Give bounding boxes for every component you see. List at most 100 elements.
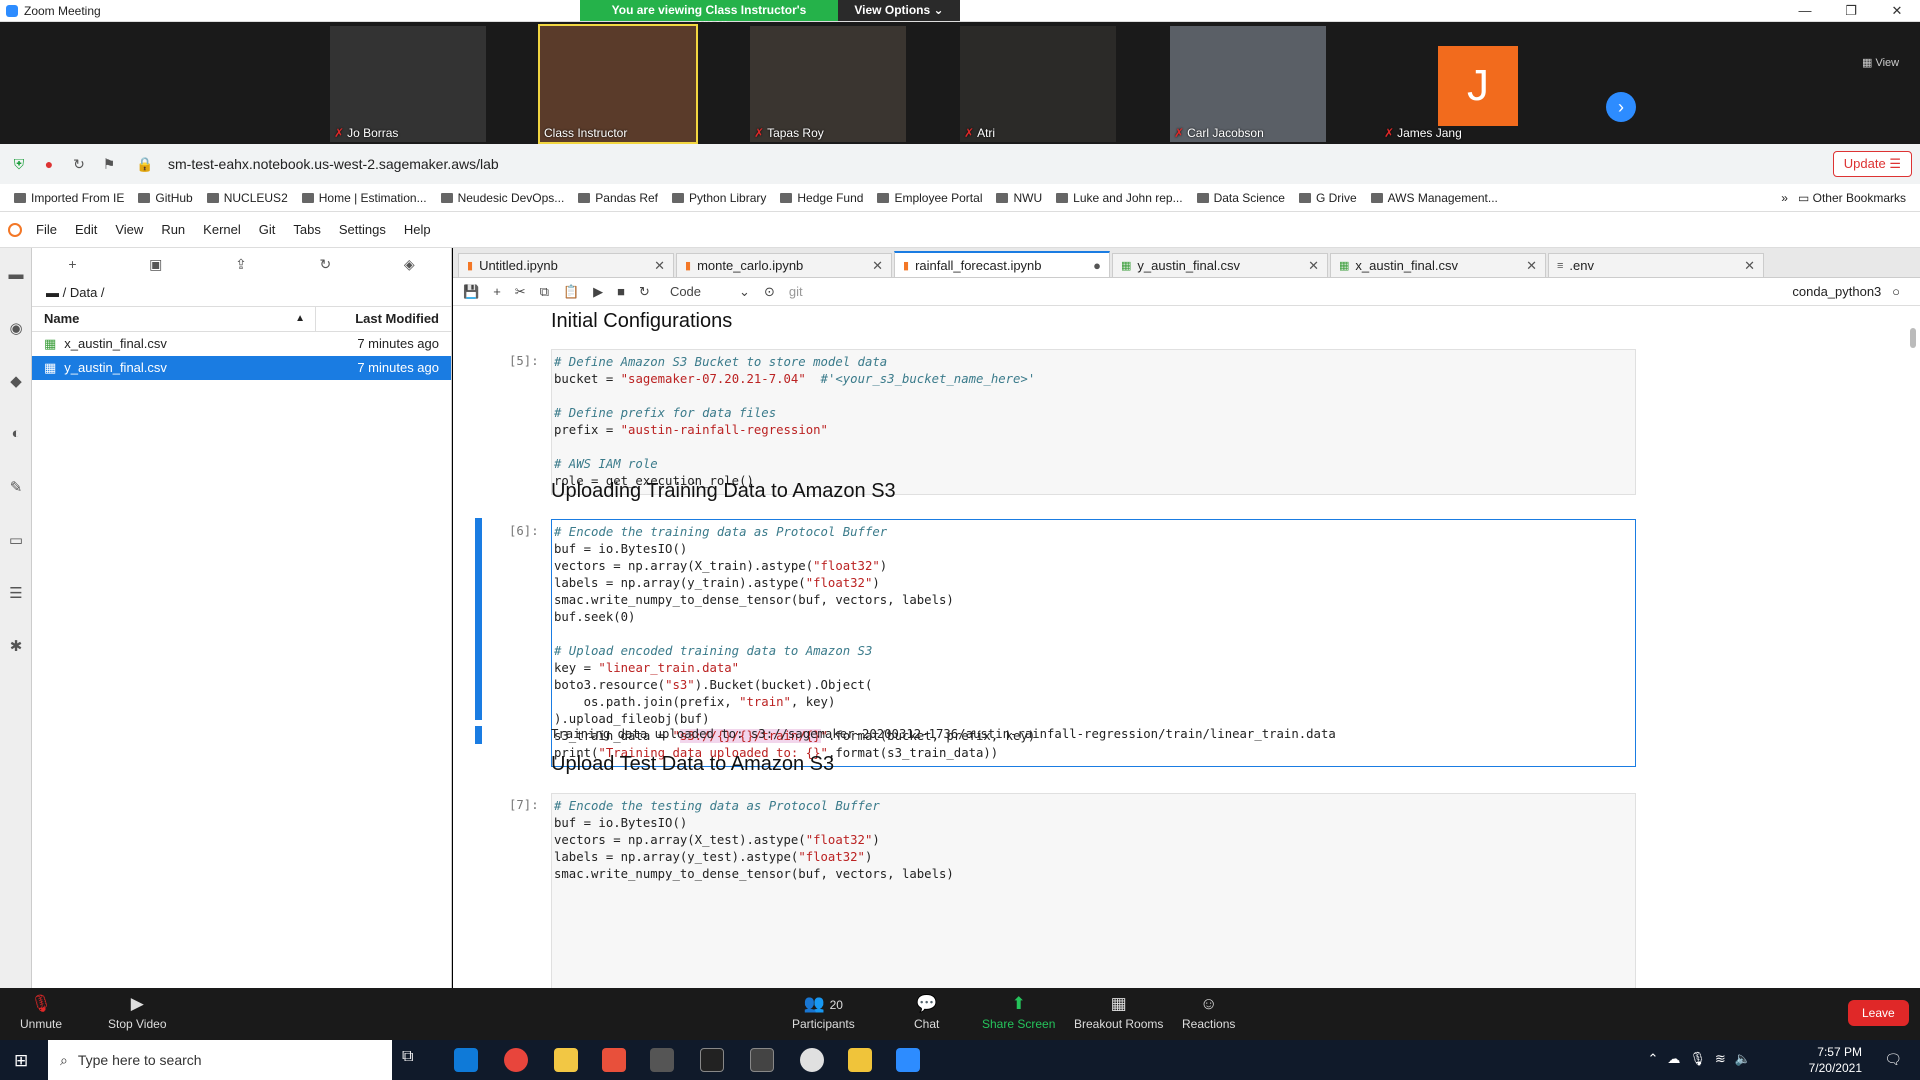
menu-edit[interactable]: Edit bbox=[75, 222, 97, 237]
refresh-icon[interactable]: ↻ bbox=[319, 256, 331, 273]
bookmark-item[interactable]: Neudesic DevOps... bbox=[440, 191, 564, 205]
terminal-icon[interactable] bbox=[700, 1048, 724, 1072]
unmute-button[interactable]: 🎙 Unmute bbox=[20, 994, 62, 1031]
wrench-icon[interactable]: ✎ bbox=[0, 460, 32, 513]
menu-settings[interactable]: Settings bbox=[339, 222, 386, 237]
bookmark-item[interactable]: Pandas Ref bbox=[578, 191, 658, 205]
bookmark-item[interactable]: Data Science bbox=[1196, 191, 1285, 205]
kernel-indicator[interactable]: conda_python3 ○ bbox=[1792, 284, 1900, 299]
tab-x-austin[interactable]: ▦ x_austin_final.csv ✕ bbox=[1330, 253, 1546, 277]
next-page-icon[interactable]: › bbox=[1606, 92, 1636, 122]
windows-start-icon[interactable]: ⊞ bbox=[14, 1051, 28, 1071]
taskbar-clock[interactable]: 7:57 PM 7/20/2021 bbox=[1809, 1044, 1862, 1076]
close-icon[interactable]: ✕ bbox=[872, 258, 883, 274]
slack-icon[interactable] bbox=[800, 1048, 824, 1072]
scrollbar-thumb[interactable] bbox=[1910, 328, 1916, 348]
calculator-icon[interactable] bbox=[650, 1048, 674, 1072]
menu-tabs[interactable]: Tabs bbox=[293, 222, 320, 237]
bookmark-item[interactable]: GitHub bbox=[138, 191, 193, 205]
chat-button[interactable]: 💬 Chat bbox=[914, 994, 939, 1031]
bookmark-item[interactable]: Home | Estimation... bbox=[301, 191, 427, 205]
task-view-icon[interactable]: ⧉ bbox=[402, 1048, 426, 1072]
bookmark-item[interactable]: Luke and John rep... bbox=[1056, 191, 1183, 205]
new-launcher-icon[interactable]: + bbox=[68, 256, 76, 272]
bookmark-item[interactable]: Python Library bbox=[672, 191, 766, 205]
save-icon[interactable]: 💾 bbox=[463, 284, 479, 300]
extension-icon[interactable]: ✱ bbox=[0, 619, 32, 672]
cut-icon[interactable]: ✂ bbox=[515, 284, 526, 300]
tabs-icon[interactable]: ▭ bbox=[0, 513, 32, 566]
git-icon[interactable]: ◆ bbox=[0, 354, 32, 407]
palette-icon[interactable]: ◐ bbox=[0, 407, 32, 460]
copy-icon[interactable]: ⧉ bbox=[540, 284, 549, 300]
close-icon[interactable]: ✕ bbox=[654, 258, 665, 274]
tab-env[interactable]: ≡ .env ✕ bbox=[1548, 253, 1764, 277]
close-icon[interactable]: ✕ bbox=[1308, 258, 1319, 274]
shield-icon[interactable]: ⛨ bbox=[8, 156, 30, 173]
tab-monte-carlo[interactable]: ▮ monte_carlo.ipynb ✕ bbox=[676, 253, 892, 277]
output-selection-bar[interactable] bbox=[475, 726, 482, 744]
menu-kernel[interactable]: Kernel bbox=[203, 222, 241, 237]
update-button[interactable]: Update ☰ bbox=[1832, 151, 1912, 177]
tab-untitled[interactable]: ▮ Untitled.ipynb ✕ bbox=[458, 253, 674, 277]
file-explorer-icon[interactable] bbox=[554, 1048, 578, 1072]
zoom-taskbar-icon[interactable] bbox=[896, 1048, 920, 1072]
column-name[interactable]: Name ▲ bbox=[32, 307, 316, 331]
close-icon[interactable]: ✕ bbox=[1874, 0, 1920, 22]
record-icon[interactable]: ● bbox=[38, 156, 60, 172]
close-icon[interactable]: ✕ bbox=[1526, 258, 1537, 274]
view-button[interactable]: ▦ View bbox=[1862, 56, 1899, 69]
bookmark-item[interactable]: AWS Management... bbox=[1370, 191, 1498, 205]
column-last-modified[interactable]: Last Modified bbox=[316, 307, 451, 331]
bookmark-item[interactable]: NWU bbox=[996, 191, 1042, 205]
bookmark-item[interactable]: G Drive bbox=[1298, 191, 1357, 205]
upload-icon[interactable]: ⇪ bbox=[235, 256, 247, 273]
menu-view[interactable]: View bbox=[115, 222, 143, 237]
tab-rainfall-forecast[interactable]: ▮ rainfall_forecast.ipynb ● bbox=[894, 251, 1110, 277]
clock-icon[interactable]: ⊙ bbox=[764, 284, 775, 300]
bookmark-icon[interactable]: ⚑ bbox=[98, 156, 120, 173]
participant-tile[interactable]: ✗ Carl Jacobson bbox=[1170, 26, 1326, 142]
reload-icon[interactable]: ↻ bbox=[68, 156, 90, 173]
file-row[interactable]: ▦ y_austin_final.csv 7 minutes ago bbox=[32, 356, 451, 380]
leave-button[interactable]: Leave bbox=[1848, 1000, 1909, 1026]
participant-tile[interactable]: ✗ Jo Borras bbox=[330, 26, 486, 142]
git-button[interactable]: git bbox=[789, 284, 803, 299]
minimize-icon[interactable]: — bbox=[1782, 0, 1828, 22]
chrome-icon[interactable] bbox=[504, 1048, 528, 1072]
breakout-rooms-button[interactable]: ▦ Breakout Rooms bbox=[1074, 994, 1163, 1031]
menu-git[interactable]: Git bbox=[259, 222, 276, 237]
other-bookmarks[interactable]: » ▭ Other Bookmarks bbox=[1781, 191, 1906, 205]
code-cell[interactable]: # Define Amazon S3 Bucket to store model… bbox=[551, 349, 1636, 495]
git-app-icon[interactable] bbox=[848, 1048, 872, 1072]
notifications-icon[interactable]: 🗨 bbox=[1884, 1051, 1902, 1068]
running-icon[interactable]: ◉ bbox=[0, 301, 32, 354]
taskbar-search[interactable]: ⌕ Type here to search bbox=[48, 1040, 392, 1080]
paste-icon[interactable]: 📋 bbox=[563, 284, 579, 300]
stop-icon[interactable]: ■ bbox=[617, 284, 625, 299]
run-icon[interactable]: ▶ bbox=[593, 284, 603, 300]
office-icon[interactable] bbox=[602, 1048, 626, 1072]
insert-cell-icon[interactable]: + bbox=[493, 284, 501, 299]
window-icon[interactable] bbox=[750, 1048, 774, 1072]
system-tray[interactable]: ⌃☁🎙≋🔈 bbox=[1647, 1051, 1760, 1067]
stop-video-button[interactable]: ▶ Stop Video bbox=[108, 994, 167, 1031]
bookmark-item[interactable]: NUCLEUS2 bbox=[206, 191, 288, 205]
code-cell[interactable]: # Encode the testing data as Protocol Bu… bbox=[551, 793, 1636, 988]
participant-tile[interactable]: Class Instructor bbox=[538, 24, 698, 144]
cell-type-select[interactable]: Code ⌄ bbox=[670, 284, 750, 300]
cell-selection-bar[interactable] bbox=[475, 518, 482, 720]
restore-icon[interactable]: ❐ bbox=[1828, 0, 1874, 22]
url-bar[interactable]: sm-test-eahx.notebook.us-west-2.sagemake… bbox=[168, 156, 499, 172]
close-icon[interactable]: ✕ bbox=[1744, 258, 1755, 274]
git-clone-icon[interactable]: ◈ bbox=[404, 256, 415, 273]
edge-icon[interactable] bbox=[454, 1048, 478, 1072]
view-options-button[interactable]: View Options ⌄ bbox=[838, 0, 960, 21]
breadcrumb[interactable]: ▬ / Data / bbox=[32, 280, 451, 306]
share-screen-button[interactable]: ⬆ Share Screen bbox=[982, 994, 1055, 1031]
new-folder-icon[interactable]: ▣ bbox=[149, 256, 162, 273]
bookmark-item[interactable]: Employee Portal bbox=[877, 191, 982, 205]
restart-icon[interactable]: ↻ bbox=[639, 284, 650, 300]
menu-run[interactable]: Run bbox=[161, 222, 185, 237]
reactions-button[interactable]: ☺ Reactions bbox=[1182, 994, 1235, 1031]
